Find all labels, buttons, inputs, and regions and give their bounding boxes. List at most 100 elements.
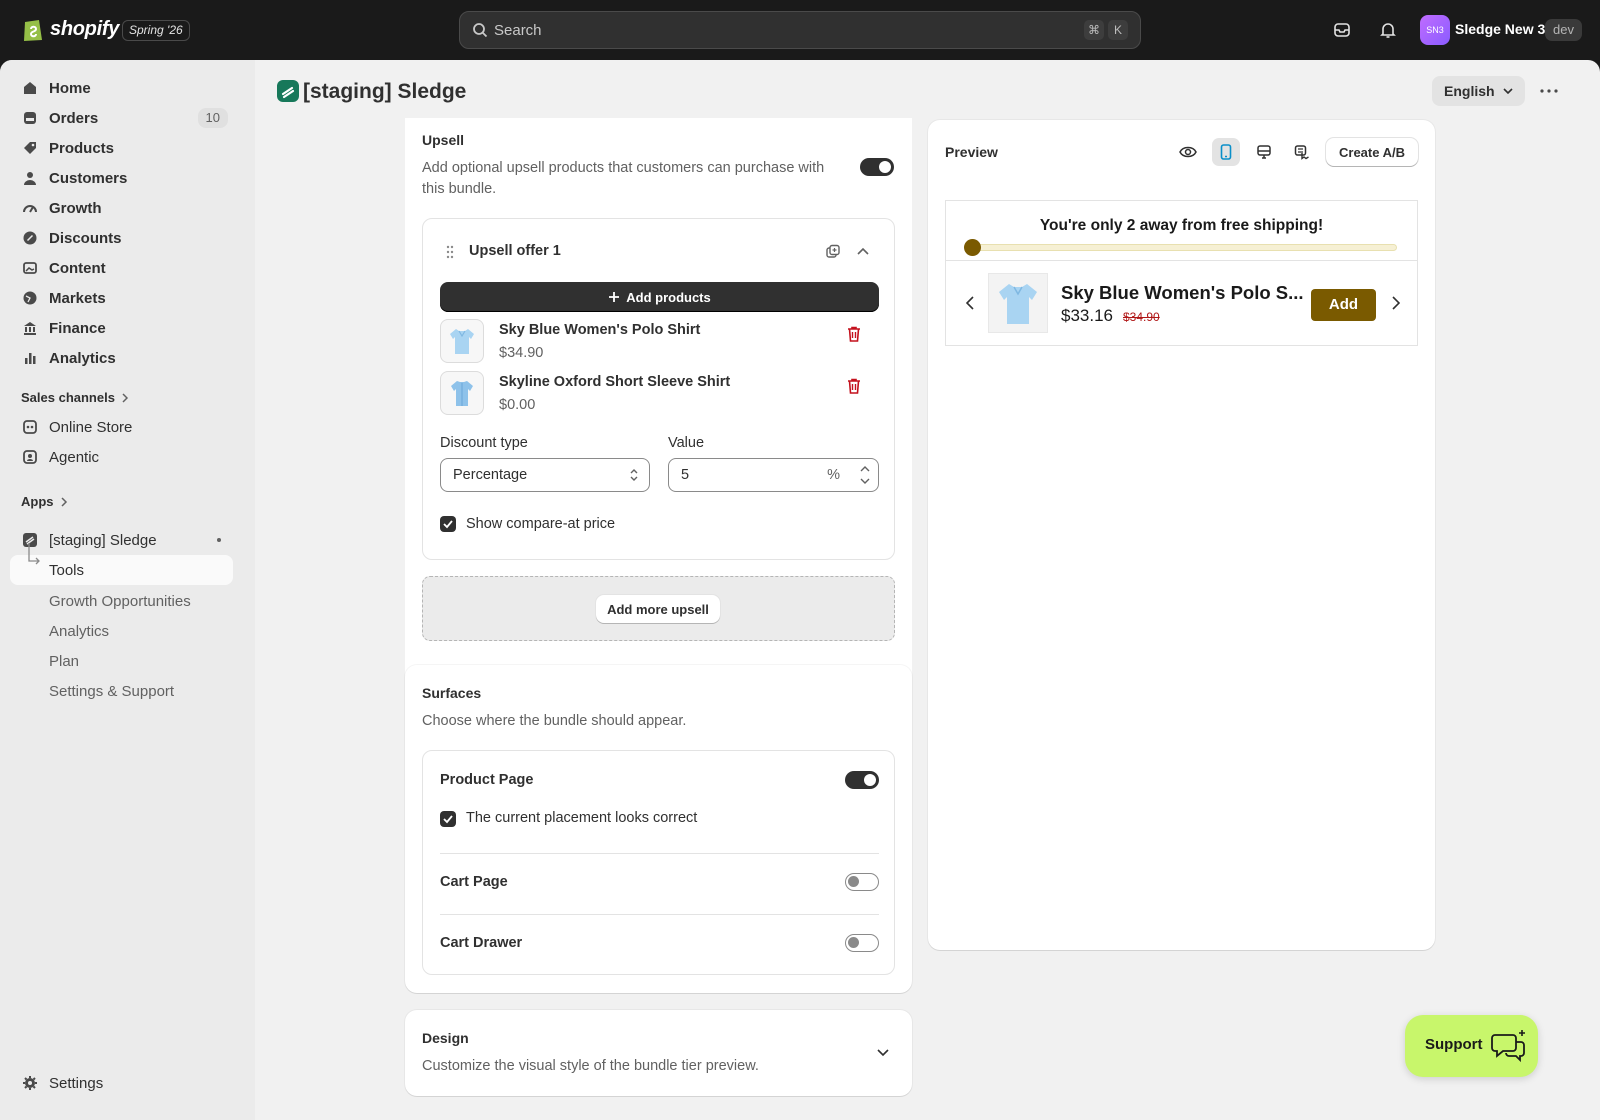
store-name[interactable]: Sledge New 3 <box>1455 21 1545 37</box>
preview-card: Preview Create A/B You're only 2 away fr… <box>928 120 1435 950</box>
shipping-progress-knob <box>964 239 981 256</box>
upsell-offer-box: Upsell offer 1 Add products Sky Blue Wom… <box>422 218 895 560</box>
compare-at-checkbox[interactable] <box>440 516 456 532</box>
discount-type-value: Percentage <box>453 467 528 483</box>
preview-widget: You're only 2 away from free shipping! S… <box>945 200 1418 346</box>
delete-icon[interactable] <box>847 326 861 342</box>
person-icon <box>24 172 36 185</box>
shortcut-k-key: K <box>1108 20 1128 40</box>
value-input-text: 5 <box>681 467 690 483</box>
top-bar: shopify Spring '26 Search ⌘ K SN3 Sledge… <box>0 0 1600 60</box>
add-products-button[interactable]: Add products <box>440 282 879 312</box>
dev-badge: dev <box>1545 19 1582 41</box>
eye-icon[interactable] <box>1174 138 1202 166</box>
sidebar-item-sledge-app[interactable]: [staging] Sledge <box>10 525 233 555</box>
sidebar-item-settings[interactable]: Settings <box>10 1068 233 1098</box>
shopify-bag-icon <box>24 20 42 41</box>
placement-correct-checkbox[interactable] <box>440 811 456 827</box>
sidebar-item-label: Agentic <box>49 449 100 466</box>
sidebar-item-online-store[interactable]: Online Store <box>10 412 233 442</box>
sidebar-item-discounts[interactable]: Discounts <box>10 223 233 253</box>
sidebar-item-label: Finance <box>49 320 106 337</box>
chevron-down-icon[interactable] <box>877 1049 889 1057</box>
store-icon <box>23 420 37 434</box>
globe-icon <box>23 291 37 305</box>
sidebar-item-growth[interactable]: Growth <box>10 193 233 223</box>
sidebar-item-label: Products <box>49 140 115 157</box>
chevron-left-icon[interactable] <box>966 296 974 310</box>
app-logo <box>277 80 299 102</box>
upsell-description: Add optional upsell products that custom… <box>422 160 825 197</box>
surfaces-list: Product Page The current placement looks… <box>422 750 895 975</box>
sidebar-item-customers[interactable]: Customers <box>10 163 233 193</box>
placement-correct-label: The current placement looks correct <box>466 810 698 826</box>
apps-label: Apps <box>21 494 54 509</box>
bar-chart-icon <box>25 353 36 364</box>
duplicate-icon[interactable] <box>825 244 841 260</box>
sidebar-item-label: Markets <box>49 290 106 307</box>
stepper-arrows-icon[interactable] <box>858 463 872 487</box>
tree-branch-icon <box>28 543 40 565</box>
chevron-up-icon[interactable] <box>857 247 869 255</box>
apps-header[interactable]: Apps <box>21 494 68 509</box>
sidebar-subitem-settings-support[interactable]: Settings & Support <box>49 683 174 700</box>
product-page-toggle[interactable] <box>845 771 879 789</box>
admin-frame: Home Orders 10 Products Customers Growth… <box>0 60 1600 1120</box>
sidebar-item-label: Discounts <box>49 230 122 247</box>
cart-drawer-label: Cart Drawer <box>440 935 523 951</box>
surfaces-card: Surfaces Choose where the bundle should … <box>405 665 912 993</box>
language-label: English <box>1444 83 1495 99</box>
sidebar-subitem-growth-opportunities[interactable]: Growth Opportunities <box>49 593 191 610</box>
value-input[interactable]: 5 % <box>668 458 879 492</box>
sidebar-item-products[interactable]: Products <box>10 133 233 163</box>
inbox-icon[interactable] <box>1330 18 1354 42</box>
bell-icon[interactable] <box>1376 18 1400 42</box>
sidebar-item-content[interactable]: Content <box>10 253 233 283</box>
cart-view-icon[interactable] <box>1288 138 1316 166</box>
sales-channels-header[interactable]: Sales channels <box>21 390 129 405</box>
sidebar-subitem-tools[interactable]: Tools <box>10 543 233 585</box>
preview-add-button[interactable]: Add <box>1311 289 1376 321</box>
search-bar[interactable]: Search ⌘ K <box>459 11 1141 49</box>
ellipsis-icon <box>1540 89 1558 93</box>
home-icon <box>24 82 36 94</box>
drag-handle-icon[interactable] <box>446 245 454 259</box>
sidebar-item-home[interactable]: Home <box>10 73 233 103</box>
discount-icon <box>23 231 37 245</box>
upsell-enabled-toggle[interactable] <box>860 158 894 176</box>
sidebar-item-orders[interactable]: Orders 10 <box>10 103 233 133</box>
design-description: Customize the visual style of the bundle… <box>422 1058 759 1074</box>
add-more-upsell-button[interactable]: Add more upsell <box>596 595 720 623</box>
sidebar-subitem-plan[interactable]: Plan <box>49 653 79 670</box>
sidebar-subitem-analytics[interactable]: Analytics <box>49 623 109 640</box>
sidebar-item-label: Analytics <box>49 350 116 367</box>
oxford-shirt-image <box>451 381 473 406</box>
add-products-label: Add products <box>626 289 711 305</box>
sidebar-item-markets[interactable]: Markets <box>10 283 233 313</box>
cart-page-toggle[interactable] <box>845 873 879 891</box>
design-card[interactable]: Design Customize the visual style of the… <box>405 1010 912 1096</box>
sidebar-item-finance[interactable]: Finance <box>10 313 233 343</box>
create-ab-button[interactable]: Create A/B <box>1326 138 1418 166</box>
sidebar-item-agentic[interactable]: Agentic <box>10 442 233 472</box>
more-actions-button[interactable] <box>1535 78 1563 104</box>
discount-type-select[interactable]: Percentage <box>440 458 650 492</box>
edition-badge[interactable]: Spring '26 <box>122 20 190 41</box>
orders-icon <box>24 112 36 124</box>
support-button[interactable]: Support <box>1405 1015 1538 1077</box>
avatar[interactable]: SN3 <box>1420 15 1450 45</box>
desktop-view-icon[interactable] <box>1250 138 1278 166</box>
shopify-logo[interactable]: shopify <box>22 16 119 42</box>
language-select[interactable]: English <box>1432 76 1525 106</box>
gauge-icon <box>23 205 37 213</box>
upsell-product-price: $0.00 <box>499 397 536 413</box>
chevron-right-icon[interactable] <box>1392 296 1400 310</box>
sidebar-item-label: Growth <box>49 200 102 217</box>
chat-bubbles-icon <box>1491 1030 1525 1063</box>
upsell-card-viewport: Upsell Add optional upsell products that… <box>405 118 912 710</box>
cart-drawer-toggle[interactable] <box>845 934 879 952</box>
sidebar-item-analytics[interactable]: Analytics <box>10 343 233 373</box>
surfaces-description: Choose where the bundle should appear. <box>422 713 687 729</box>
delete-icon[interactable] <box>847 378 861 394</box>
mobile-view-icon[interactable] <box>1212 138 1240 166</box>
